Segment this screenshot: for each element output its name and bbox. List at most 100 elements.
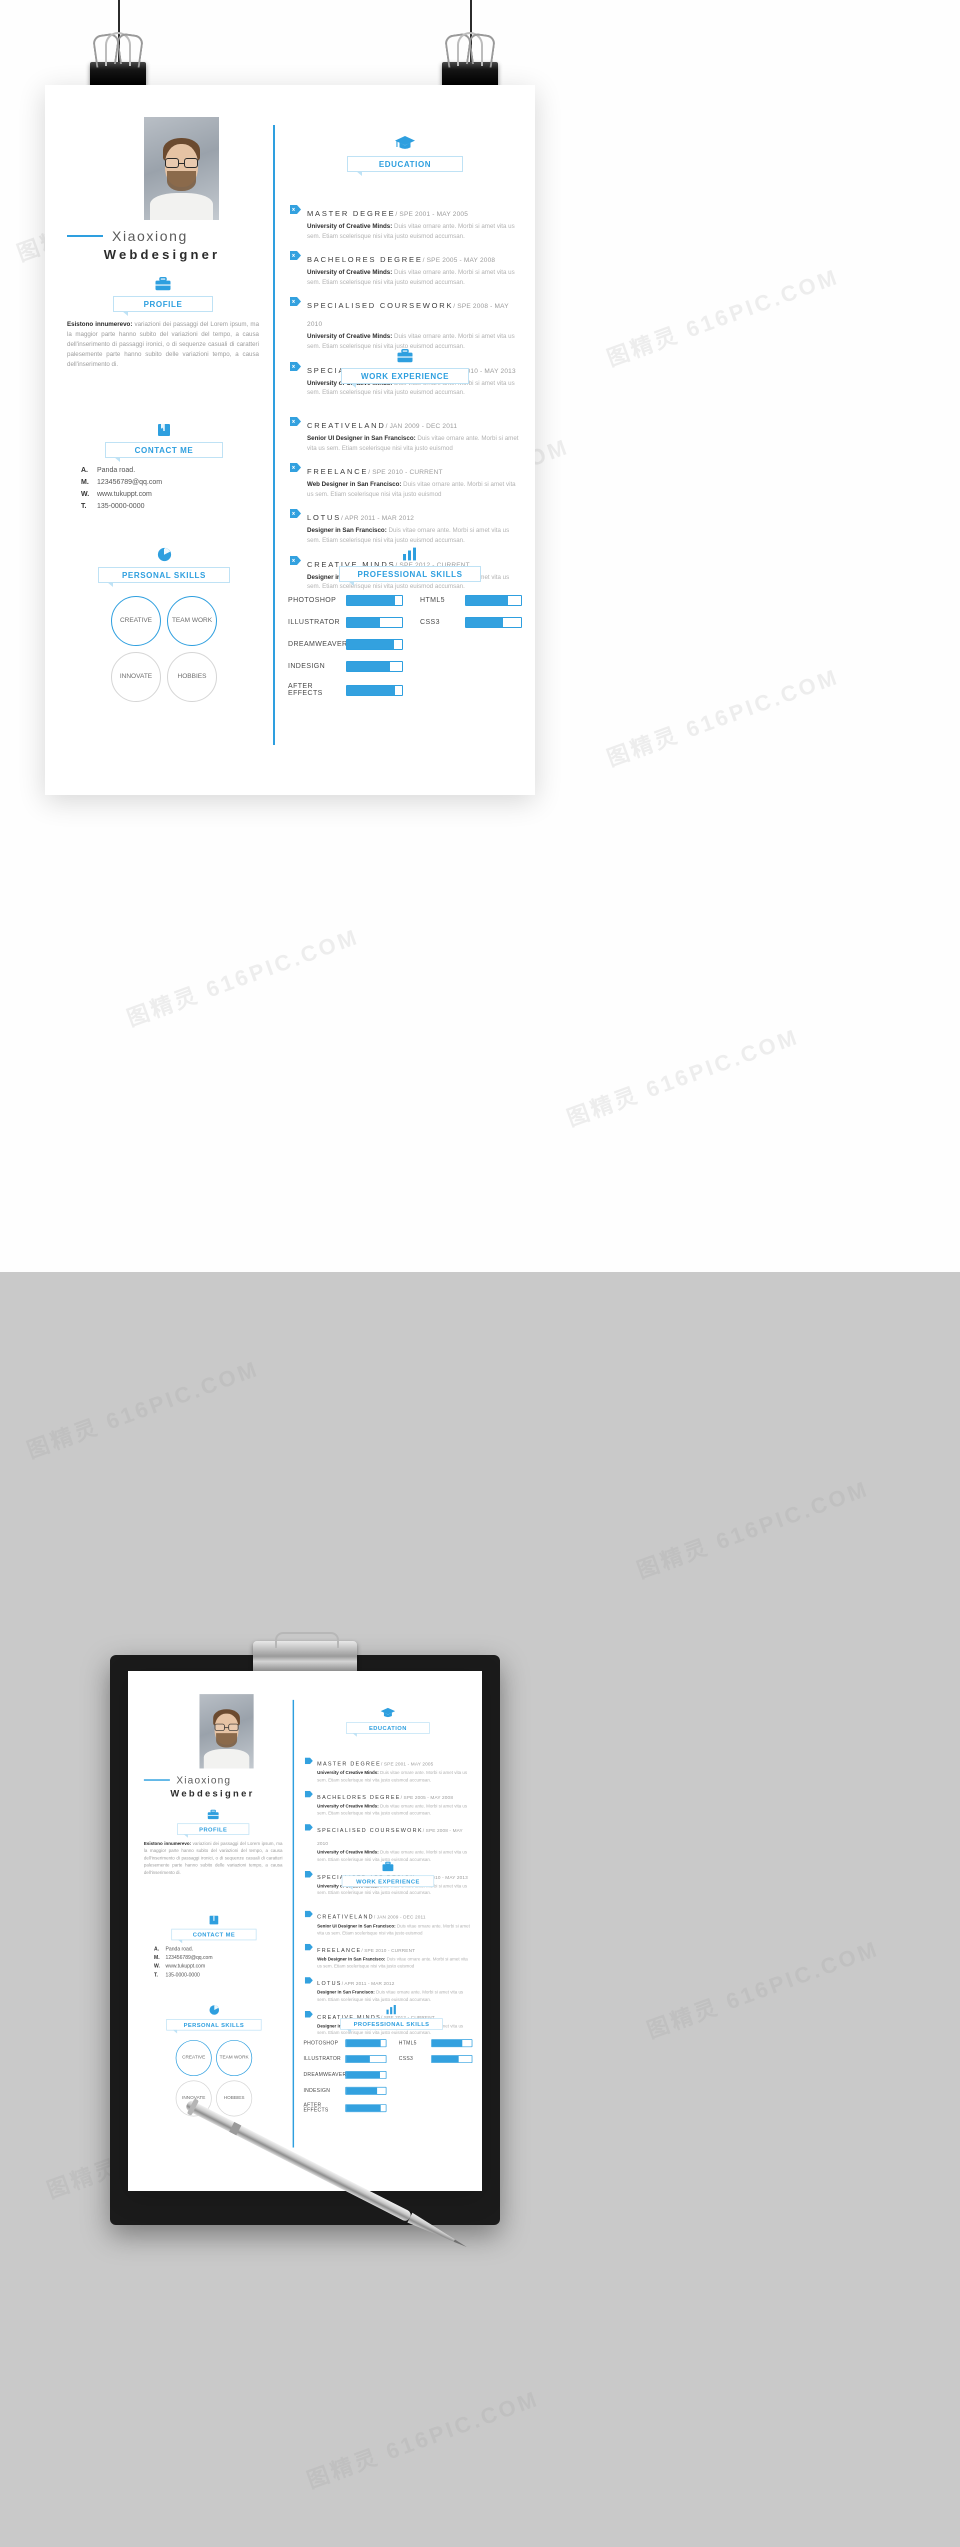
contact-value[interactable]: 123456789@qq.com xyxy=(166,1955,213,1960)
watermark: 图精灵 616PIC.COM xyxy=(633,1475,873,1584)
skill-label: CSS3 xyxy=(420,619,440,626)
chevron-marker-icon xyxy=(304,1824,313,1831)
contact-row: W. www.tukuppt.com xyxy=(81,491,261,498)
profile-lead: Esistono innumerevo: xyxy=(67,321,133,328)
person-name: Xiaoxiong xyxy=(176,1774,232,1786)
work-date: / JAN 2009 - DEC 2011 xyxy=(385,423,458,430)
contact-value[interactable]: www.tukuppt.com xyxy=(166,1964,206,1969)
professional-skills-left: PHOTOSHOP ILLUSTRATOR DREAMWEAVER INDESI… xyxy=(303,2039,390,2121)
education-org: University of Creative Minds: xyxy=(317,1770,379,1776)
professional-skills-label: PROFESSIONAL SKILLS xyxy=(357,569,463,579)
contact-value[interactable]: 123456789@qq.com xyxy=(97,479,162,486)
personal-skill-circle[interactable]: HOBBIES xyxy=(216,2080,253,2117)
skill-label: INDESIGN xyxy=(288,663,326,670)
work-label-pill: WORK EXPERIENCE xyxy=(341,368,469,388)
name-block: Xiaoxiong Webdesigner xyxy=(143,1774,281,1799)
skill-bar xyxy=(465,595,522,606)
skill-row: PHOTOSHOP xyxy=(288,595,408,606)
personal-skill-circle[interactable]: TEAM WORK xyxy=(167,596,217,646)
profile-paragraph: Esistono innumerevo: variazioni dei pass… xyxy=(67,320,259,370)
education-label: EDUCATION xyxy=(378,159,432,169)
chevron-marker-icon xyxy=(304,1977,313,1984)
skill-bar xyxy=(346,617,403,628)
personal-skills-section-header: PERSONAL SKILLS xyxy=(166,2005,262,2034)
profile-text: variazioni dei passaggi del Lorem ipsum,… xyxy=(67,321,260,369)
skill-row: AFTER EFFECTS xyxy=(303,2103,390,2113)
chevron-marker-icon xyxy=(290,297,301,307)
contact-value: Panda road. xyxy=(165,1946,194,1952)
contact-value[interactable]: www.tukuppt.com xyxy=(97,491,152,498)
chevron-marker-icon xyxy=(304,1757,313,1765)
work-date: / APR 2011 - MAR 2012 xyxy=(341,1981,395,1987)
clipboard-clamp xyxy=(253,1632,357,1675)
skill-label: CSS3 xyxy=(398,2056,414,2062)
personal-skill-circle[interactable]: TEAM WORK xyxy=(216,2039,253,2077)
work-date: / APR 2011 - MAR 2012 xyxy=(341,515,415,523)
contact-key: M. xyxy=(153,1955,160,1961)
skill-row: ILLUSTRATOR xyxy=(288,617,408,628)
skill-bar xyxy=(346,684,403,696)
suitcase-icon xyxy=(341,349,469,363)
personal-skills-section-header: PERSONAL SKILLS xyxy=(98,547,230,587)
personal-skill-circle[interactable]: CREATIVE xyxy=(175,2039,212,2077)
contact-label-pill: CONTACT ME xyxy=(171,1928,257,1944)
contact-list: A. Panda road. M. 123456789@qq.com W. ww… xyxy=(154,1947,284,1982)
education-title: SPECIALISED COURSEWORK xyxy=(317,1827,423,1834)
person-name: Xiaoxiong xyxy=(112,228,188,244)
work-date: / SPE 2010 - CURRENT xyxy=(361,1948,416,1954)
education-entry: BACHELORES DEGREE/ SPE 2005 - MAY 2008 U… xyxy=(304,1790,473,1818)
contact-key: A. xyxy=(81,467,88,474)
profile-text: variazioni dei passaggi del Lorem ipsum,… xyxy=(143,1841,283,1876)
profile-lead: Esistono innumerevo: xyxy=(143,1841,192,1847)
professional-skills-label-pill: PROFESSIONAL SKILLS xyxy=(339,566,481,586)
education-entry: BACHELORES DEGREE/ SPE 2005 - MAY 2008 U… xyxy=(290,249,522,287)
personal-skill-circle[interactable]: HOBBIES xyxy=(167,652,217,702)
education-title: BACHELORES DEGREE xyxy=(317,1793,401,1801)
skill-row: HTML5 xyxy=(399,2039,475,2048)
book-icon xyxy=(171,1915,256,1925)
skill-row: ILLUSTRATOR xyxy=(303,2055,390,2064)
briefcase-icon xyxy=(113,277,213,291)
skill-label: PHOTOSHOP xyxy=(288,597,337,604)
professional-skills-label-pill: PROFESSIONAL SKILLS xyxy=(340,2018,443,2033)
chevron-marker-icon xyxy=(290,251,301,261)
work-title: CREATIVELAND xyxy=(317,1913,374,1921)
professional-skills-right: HTML5 CSS3 xyxy=(399,2039,475,2071)
personal-skill-circle[interactable]: CREATIVE xyxy=(111,596,161,646)
profile-label: PROFILE xyxy=(199,1825,228,1833)
work-role: Web Designer in San Francisco: xyxy=(307,481,402,489)
chevron-marker-icon xyxy=(304,1870,313,1878)
contact-row: M. 123456789@qq.com xyxy=(154,1955,284,1960)
profile-label-pill: PROFILE xyxy=(177,1823,250,1838)
skill-row: PHOTOSHOP xyxy=(303,2039,390,2048)
education-title: MASTER DEGREE xyxy=(307,209,396,218)
contact-label: CONTACT ME xyxy=(134,445,194,455)
person-title: Webdesigner xyxy=(170,1787,255,1799)
contact-key: W. xyxy=(153,1964,160,1970)
education-date: / SPE 2001 - MAY 2005 xyxy=(395,211,469,218)
skill-label: AFTER EFFECTS xyxy=(303,2102,329,2113)
profile-label-pill: PROFILE xyxy=(113,296,213,316)
person-title: Webdesigner xyxy=(103,247,221,262)
personal-skills-label: PERSONAL SKILLS xyxy=(122,570,206,580)
contact-label: CONTACT ME xyxy=(192,1931,236,1938)
personal-skill-circle[interactable]: INNOVATE xyxy=(111,652,161,702)
education-entry: MASTER DEGREE/ SPE 2001 - MAY 2005 Unive… xyxy=(304,1756,473,1784)
skill-bar xyxy=(345,2086,387,2095)
profile-label: PROFILE xyxy=(143,299,183,309)
watermark: 图精灵 616PIC.COM xyxy=(23,1355,263,1464)
contact-row: T. 135-0000-0000 xyxy=(154,1973,284,1978)
profile-section-header: PROFILE xyxy=(177,1809,250,1838)
personal-skill-circle[interactable]: INNOVATE xyxy=(175,2080,212,2117)
skill-bar xyxy=(345,2039,387,2048)
skill-row: AFTER EFFECTS xyxy=(288,683,408,697)
work-entry: FREELANCE/ SPE 2010 - CURRENT Web Design… xyxy=(290,461,522,499)
suitcase-icon xyxy=(342,1861,434,1872)
education-label-pill: EDUCATION xyxy=(346,1722,430,1737)
contact-row: W. www.tukuppt.com xyxy=(154,1964,284,1969)
chevron-marker-icon xyxy=(304,1791,313,1798)
skill-bar xyxy=(346,595,403,606)
watermark: 图精灵 616PIC.COM xyxy=(603,663,843,772)
watermark: 图精灵 616PIC.COM xyxy=(603,263,843,372)
professional-skills-section-header: PROFESSIONAL SKILLS xyxy=(339,547,481,586)
